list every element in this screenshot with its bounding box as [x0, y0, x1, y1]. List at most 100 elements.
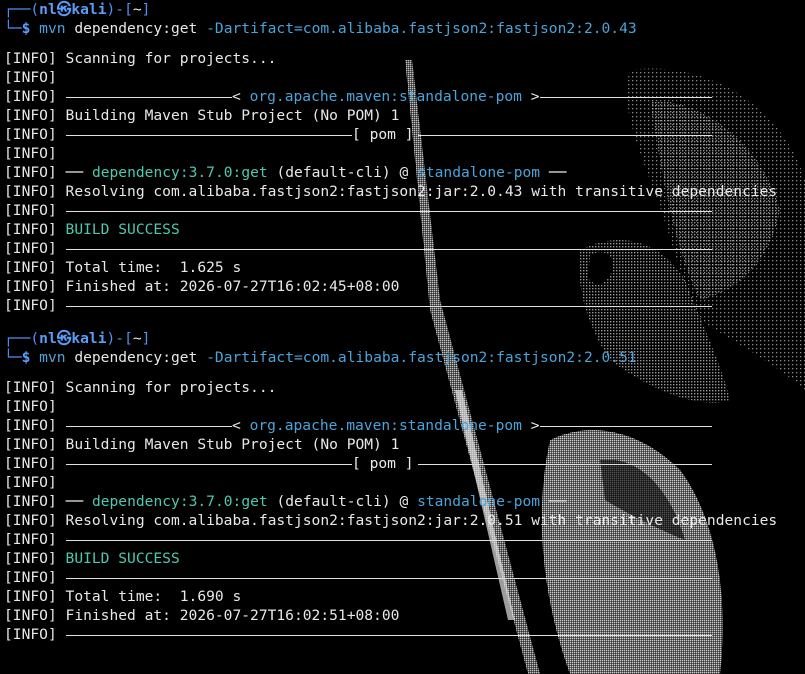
command-argument: -Dartifact=com.alibaba.fastjson2:fastjso…: [206, 349, 637, 366]
info-bracket-open: [: [4, 417, 13, 434]
info-bracket-open: [: [4, 202, 13, 219]
info-bracket-close: ]: [47, 50, 66, 67]
log-scanning: Scanning for projects...: [65, 379, 277, 396]
info-tag: INFO: [12, 607, 48, 624]
info-tag: INFO: [12, 240, 48, 257]
info-tag: INFO: [12, 550, 48, 567]
log-line: [INFO] Building Maven Stub Project (No P…: [4, 435, 805, 454]
info-bracket-close: ]: [47, 379, 66, 396]
info-bracket-close: ]: [47, 417, 66, 434]
prompt-end: ]: [141, 330, 151, 347]
log-line: [INFO]: [4, 201, 805, 220]
prompt-corner: ┌──(: [4, 330, 40, 347]
info-bracket-close: ]: [47, 550, 66, 567]
prompt-host: kali: [71, 1, 107, 18]
banner-right: >: [521, 88, 540, 105]
separator-rule: [65, 426, 232, 427]
info-bracket-close: ]: [47, 398, 66, 415]
info-bracket-open: [: [4, 88, 13, 105]
kali-skull-icon: ㉿: [56, 1, 72, 18]
plugin-header: ── dependency:3.7.0:get (default-cli) @ …: [66, 163, 567, 182]
command-goal: dependency:get: [74, 20, 198, 37]
command-argument: -Dartifact=com.alibaba.fastjson2:fastjso…: [206, 20, 637, 37]
info-bracket-open: [: [4, 550, 13, 567]
log-building: Building Maven Stub Project (No POM) 1: [65, 107, 400, 124]
plugin-dash: ──: [65, 493, 92, 510]
info-tag: INFO: [12, 202, 48, 219]
prompt-user: nl: [39, 330, 57, 347]
log-line: [INFO] [ pom ]: [4, 454, 805, 473]
prompt-user: nl: [39, 1, 57, 18]
info-tag: INFO: [12, 278, 48, 295]
log-line: [INFO]: [4, 530, 805, 549]
build-result: BUILD SUCCESS: [65, 550, 180, 567]
log-resolving: Resolving com.alibaba.fastjson2:fastjson…: [65, 512, 778, 529]
separator-rule: [65, 540, 712, 541]
info-bracket-open: [: [4, 588, 13, 605]
prompt-sep: )-[: [106, 330, 133, 347]
prompt-header: ┌──(nl㉿kali)-[~]: [4, 329, 805, 348]
info-bracket-close: ]: [47, 145, 66, 162]
info-bracket-close: ]: [47, 126, 66, 143]
info-bracket-close: ]: [47, 69, 66, 86]
info-bracket-open: [: [4, 69, 13, 86]
info-tag: INFO: [12, 569, 48, 586]
banner-left: <: [232, 88, 250, 105]
log-line: [INFO] Finished at: 2026-07-27T16:02:51+…: [4, 606, 805, 625]
info-tag: INFO: [12, 107, 48, 124]
info-bracket-close: ]: [47, 164, 66, 181]
plugin-target: standalone-pom: [417, 164, 541, 181]
info-tag: INFO: [12, 626, 48, 643]
log-building: Building Maven Stub Project (No POM) 1: [65, 436, 400, 453]
log-line: [INFO] Building Maven Stub Project (No P…: [4, 106, 805, 125]
info-bracket-close: ]: [47, 202, 66, 219]
info-bracket-open: [: [4, 240, 13, 257]
log-resolving: Resolving com.alibaba.fastjson2:fastjson…: [65, 183, 778, 200]
info-bracket-open: [: [4, 493, 13, 510]
separator-rule: [65, 211, 712, 212]
info-bracket-open: [: [4, 512, 13, 529]
banner-text: org.apache.maven:standalone-pom: [249, 417, 522, 434]
log-line: [INFO]: [4, 68, 805, 87]
prompt-dollar: $: [21, 349, 31, 366]
info-bracket-open: [: [4, 50, 13, 67]
command-name: mvn: [39, 20, 66, 37]
info-bracket-open: [: [4, 398, 13, 415]
info-tag: INFO: [12, 88, 48, 105]
log-line: [INFO]: [4, 473, 805, 492]
plugin-dash: ──: [65, 164, 92, 181]
info-bracket-close: ]: [47, 278, 66, 295]
info-tag: INFO: [12, 183, 48, 200]
info-bracket-open: [: [4, 436, 13, 453]
info-tag: INFO: [12, 221, 48, 238]
info-bracket-close: ]: [47, 297, 66, 314]
info-bracket-close: ]: [47, 259, 66, 276]
separator-rule: [65, 578, 712, 579]
command-goal: dependency:get: [74, 349, 198, 366]
terminal-output: ┌──(nl㉿kali)-[~] └─$ mvn dependency:get -…: [4, 0, 805, 644]
banner-left: <: [232, 417, 250, 434]
info-bracket-open: [: [4, 297, 13, 314]
separator-rule: [540, 97, 712, 98]
info-bracket-open: [: [4, 145, 13, 162]
log-finished: Finished at: 2026-07-27T16:02:45+08:00: [65, 278, 400, 295]
info-bracket-close: ]: [47, 183, 66, 200]
info-tag: INFO: [12, 493, 48, 510]
plugin-mode: (default-cli) @: [276, 164, 409, 181]
log-line: [INFO]: [4, 239, 805, 258]
prompt-end: ]: [141, 1, 151, 18]
plugin-header: ── dependency:3.7.0:get (default-cli) @ …: [66, 492, 567, 511]
packaging-label: [ pom ]: [352, 126, 414, 143]
info-tag: INFO: [12, 259, 48, 276]
info-bracket-open: [: [4, 474, 13, 491]
info-tag: INFO: [12, 588, 48, 605]
separator-rule: [418, 135, 712, 136]
prompt-host: kali: [71, 330, 107, 347]
info-tag: INFO: [12, 69, 48, 86]
separator-rule: [65, 97, 232, 98]
log-line: [INFO] Resolving com.alibaba.fastjson2:f…: [4, 511, 805, 530]
info-bracket-close: ]: [47, 493, 66, 510]
info-bracket-close: ]: [47, 531, 66, 548]
log-line: [INFO] Scanning for projects...: [4, 378, 805, 397]
